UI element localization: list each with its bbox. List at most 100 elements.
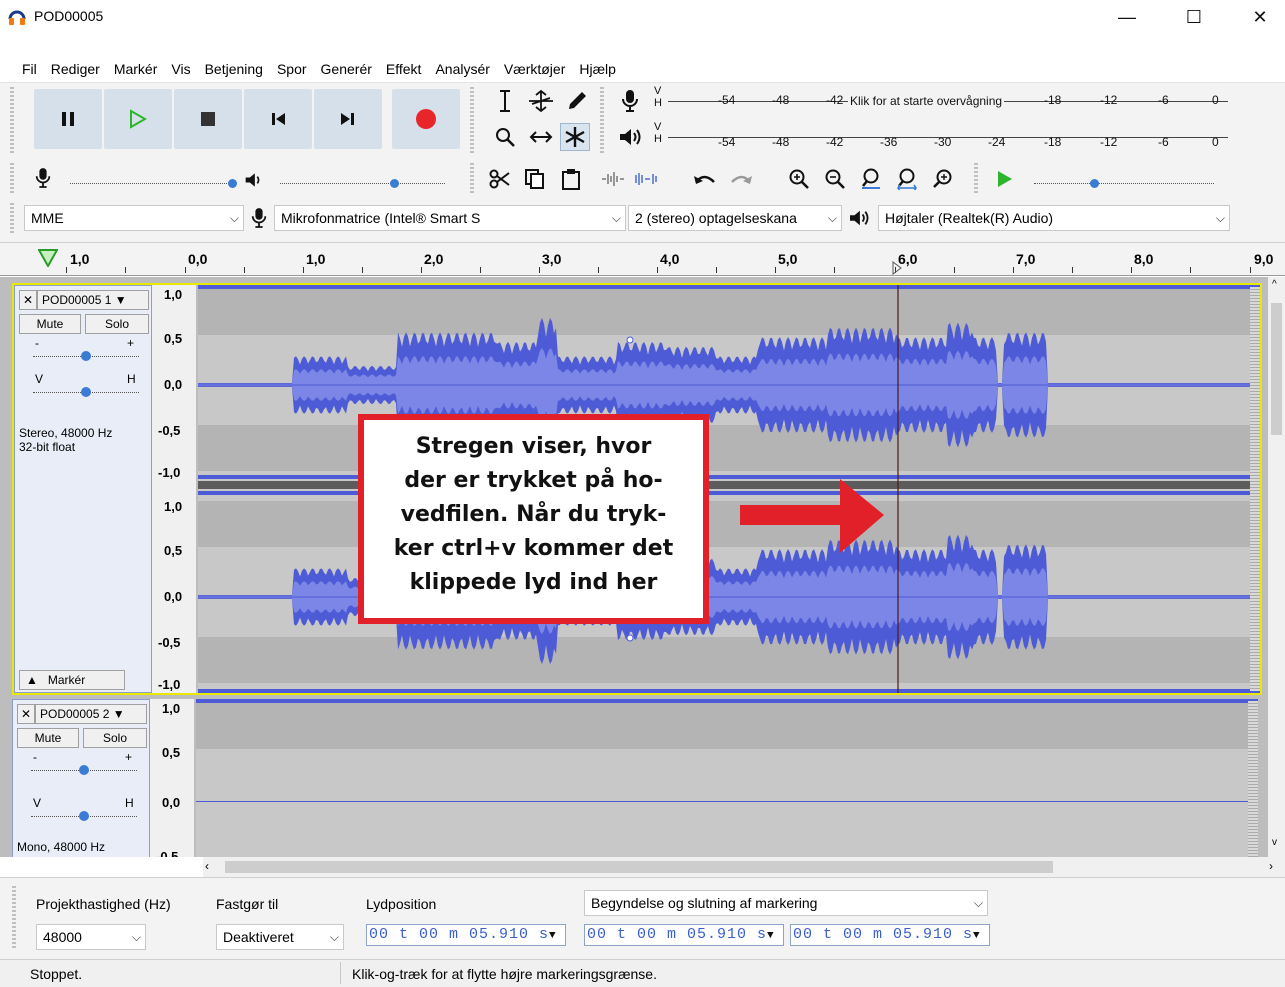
pan-slider[interactable] [33,384,139,398]
track-menu-button[interactable]: POD00005 1 ▼ [37,290,149,310]
vertical-scrollbar[interactable]: ^ v [1268,277,1285,857]
audio-position-field[interactable]: 00 t 00 m 05.910 s▼ [366,924,566,946]
zoom-in-button[interactable] [784,165,814,193]
playback-volume-slider[interactable] [270,169,450,191]
output-device-select[interactable]: Højtaler (Realtek(R) Audio) ⌵ [878,205,1230,231]
horizontal-scrollbar[interactable]: ‹ › [203,857,1285,877]
draw-tool[interactable] [562,87,592,115]
play-button[interactable] [104,89,172,149]
copy-icon [525,169,544,189]
playback-meter[interactable]: -54 -48 -42 -36 -30 -24 -18 -12 -6 0 [668,123,1228,153]
tools-grip[interactable] [470,87,474,153]
copy-button[interactable] [520,165,550,193]
solo-button[interactable]: Solo [83,728,147,748]
input-channels-select[interactable]: 2 (stereo) optagelseskana ⌵ [628,205,842,231]
meter-grip[interactable] [600,87,604,153]
play-speed-slider[interactable] [1030,169,1220,191]
status-bar: Stoppet. Klik-og-træk for at flytte højr… [0,959,1285,987]
menu-analyser[interactable]: Analysér [428,58,496,77]
silence-icon [635,173,657,185]
menu-marker[interactable]: Markér [107,58,165,77]
record-button[interactable] [392,89,460,149]
track-select-button[interactable]: ▲ Markér [19,670,125,690]
pause-button[interactable] [34,89,102,149]
scroll-left-icon[interactable]: ‹ [205,859,209,873]
skip-to-end-button[interactable] [314,89,382,149]
play-at-speed-button[interactable] [990,165,1020,193]
zoom-toggle-button[interactable] [928,165,958,193]
toolbar-grip[interactable] [10,87,14,153]
time-shift-tool[interactable] [526,123,556,151]
gain-slider[interactable] [33,348,139,362]
cut-button[interactable] [484,165,514,193]
selection-end-field[interactable]: 00 t 00 m 05.910 s▼ [790,924,990,946]
minimize-button[interactable]: — [1104,0,1150,34]
chevron-down-icon: ⌵ [1215,211,1225,225]
zoom-tool[interactable] [490,123,520,151]
trim-button[interactable] [598,165,628,193]
vertical-scroll-thumb[interactable] [1271,303,1282,435]
track-resize-grip[interactable] [1248,701,1258,857]
mute-button[interactable]: Mute [19,314,81,334]
paste-button[interactable] [556,165,586,193]
project-rate-label: Projekthastighed (Hz) [36,896,171,912]
scroll-right-icon[interactable]: › [1269,859,1273,873]
redo-button[interactable] [726,165,756,193]
input-device-select[interactable]: Mikrofonmatrice (Intel® Smart S ⌵ [274,205,626,231]
ruler-label: 9,0 [1254,251,1274,267]
silence-button[interactable] [632,165,662,193]
undo-button[interactable] [690,165,720,193]
menu-spor[interactable]: Spor [270,58,314,77]
zoom-out-button[interactable] [820,165,850,193]
audio-host-select[interactable]: MME ⌵ [24,205,244,231]
solo-button[interactable]: Solo [85,314,149,334]
skip-to-start-button[interactable] [244,89,312,149]
track-2-waveform[interactable] [196,699,1258,857]
meter-v-label: V [654,85,662,97]
monitor-hint[interactable]: Klik for at starte overvågning [848,94,1005,108]
gain-slider[interactable] [31,762,137,776]
scroll-down-icon[interactable]: v [1272,837,1277,848]
timeline-ruler[interactable]: 1,0 0,0 1,0 2,0 3,0 4,0 5,0 6,0 7,0 8,0 … [0,242,1285,276]
chevron-down-icon: ⌵ [229,211,239,225]
stop-button[interactable] [174,89,242,149]
menu-hjaelp[interactable]: Hjælp [572,58,623,77]
selection-mode-select[interactable]: Begyndelse og slutning af markering ⌵ [584,890,988,916]
microphone-icon [622,90,638,112]
snap-to-select[interactable]: Deaktiveret ⌵ [216,924,344,950]
pin-playhead-icon[interactable] [38,249,58,267]
menu-betjening[interactable]: Betjening [198,58,270,77]
menu-effekt[interactable]: Effekt [379,58,429,77]
track-close-button[interactable]: ✕ [17,704,35,724]
multi-tool[interactable] [560,123,590,151]
menu-rediger[interactable]: Rediger [44,58,107,77]
track-1-scale[interactable]: 1,0 0,5 0,0 -0,5 -1,0 1,0 0,5 0,0 -0,5 -… [152,285,196,693]
recording-volume-slider[interactable] [60,169,240,191]
track-2-scale[interactable]: 1,0 0,5 0,0 -0,5 [150,699,194,857]
project-rate-select[interactable]: 48000 ⌵ [36,924,146,950]
menu-fil[interactable]: Fil [0,58,44,77]
menu-vis[interactable]: Vis [164,58,197,77]
envelope-tool[interactable] [526,87,556,115]
pan-slider[interactable] [31,808,137,822]
selection-tool[interactable] [490,87,520,115]
scroll-up-icon[interactable]: ^ [1272,279,1277,290]
headphones-app-icon [8,10,26,25]
red-arrow-icon [740,479,884,553]
menu-vaerktojer[interactable]: Værktøjer [497,58,572,77]
track-2[interactable]: ✕ POD00005 2 ▼ Mute Solo - + V H Mono, 4… [12,699,1262,857]
fit-project-button[interactable] [892,165,922,193]
maximize-button[interactable]: ☐ [1171,0,1217,34]
menu-generer[interactable]: Generér [314,58,379,77]
horizontal-scroll-thumb[interactable] [225,861,1053,873]
fit-selection-button[interactable] [856,165,886,193]
stop-icon [201,112,215,126]
cursor-marker-icon [892,261,902,275]
mute-button[interactable]: Mute [17,728,79,748]
track-resize-grip[interactable] [1250,287,1260,691]
record-meter[interactable]: -54 -48 -42 Klik for at starte overvågni… [668,87,1228,117]
selection-start-field[interactable]: 00 t 00 m 05.910 s▼ [584,924,784,946]
track-menu-button[interactable]: POD00005 2 ▼ [35,704,147,724]
close-button[interactable]: ✕ [1237,0,1283,34]
track-close-button[interactable]: ✕ [19,290,37,310]
